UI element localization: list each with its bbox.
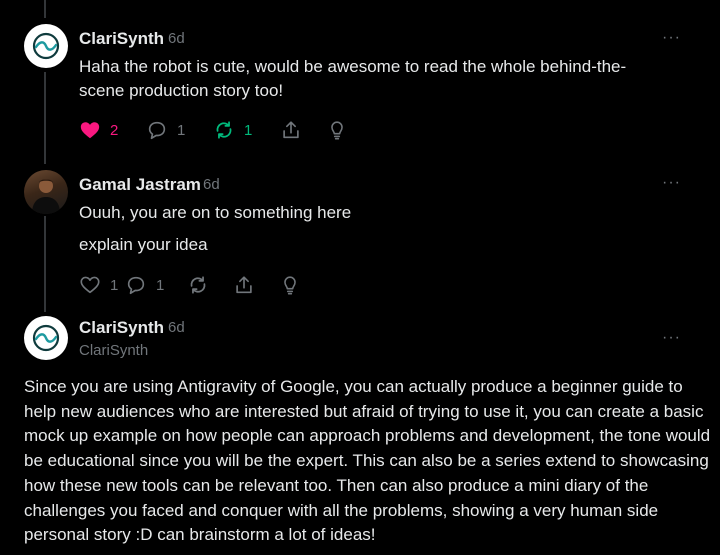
author-handle[interactable]: ClariSynth	[79, 342, 148, 359]
avatar-gamal-jastram[interactable]	[24, 170, 68, 214]
reply-count: 1	[177, 121, 186, 139]
more-icon[interactable]: ···	[662, 175, 681, 191]
post-actions: 2 1 1	[79, 118, 372, 142]
reply-icon	[148, 121, 166, 140]
author-name[interactable]: ClariSynth	[79, 318, 164, 338]
bulb-icon	[331, 121, 343, 140]
author-name[interactable]: Gamal Jastram	[79, 175, 201, 195]
reply-icon	[127, 276, 145, 295]
repost-button[interactable]: 1	[213, 119, 280, 141]
thread-line-2	[44, 216, 46, 312]
post-text-line-1: Haha the robot is cute, would be awesome…	[79, 57, 627, 76]
more-icon[interactable]: ···	[662, 30, 681, 46]
avatar-clarisynth[interactable]	[24, 316, 68, 360]
heart-icon	[80, 276, 100, 294]
more-icon[interactable]: ···	[662, 330, 681, 346]
post-time[interactable]: 6d	[168, 319, 185, 336]
thread-line-1	[44, 72, 46, 164]
ideas-button[interactable]	[279, 274, 325, 296]
clarisynth-logo-icon	[32, 32, 60, 60]
avatar-clarisynth[interactable]	[24, 24, 68, 68]
bulb-icon	[284, 276, 296, 295]
reply-button[interactable]: 1	[125, 274, 187, 296]
repost-button[interactable]	[187, 274, 233, 296]
share-button[interactable]	[233, 274, 279, 296]
post-text-line-2: explain your idea	[79, 235, 208, 254]
like-count: 1	[110, 276, 119, 294]
post-actions: 1 1	[79, 273, 325, 297]
repost-icon	[190, 276, 206, 294]
post-body: Since you are using Antigravity of Googl…	[24, 377, 711, 545]
thread-line-top	[44, 0, 46, 18]
post-time[interactable]: 6d	[203, 176, 220, 193]
repost-icon	[216, 121, 232, 139]
reply-button[interactable]: 1	[146, 119, 213, 141]
share-button[interactable]	[280, 119, 326, 141]
reply-count: 1	[156, 276, 165, 294]
like-button[interactable]: 1	[79, 274, 125, 296]
post-text-line-1: Ouuh, you are on to something here	[79, 203, 352, 222]
like-button[interactable]: 2	[79, 119, 146, 141]
person-avatar-icon	[32, 179, 60, 214]
share-icon	[236, 276, 252, 294]
ideas-button[interactable]	[326, 119, 372, 141]
share-icon	[283, 121, 299, 139]
heart-icon	[80, 122, 100, 139]
like-count: 2	[110, 121, 119, 139]
post-text-line-2: scene production story too!	[79, 81, 284, 100]
repost-count: 1	[244, 121, 253, 139]
author-name[interactable]: ClariSynth	[79, 29, 164, 49]
post-time[interactable]: 6d	[168, 30, 185, 47]
clarisynth-logo-icon	[32, 324, 60, 352]
